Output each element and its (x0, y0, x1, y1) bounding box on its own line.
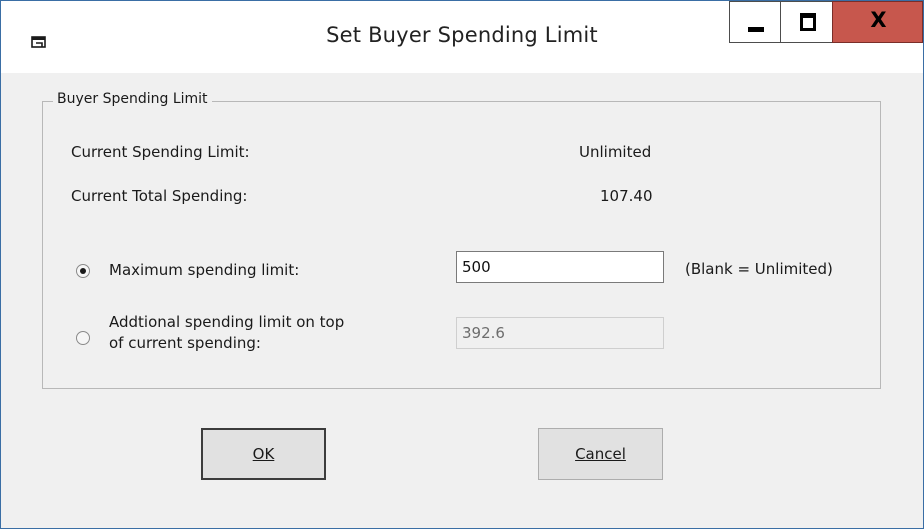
dialog-window: Set Buyer Spending Limit X Buyer Spendin… (0, 0, 924, 529)
close-button[interactable]: X (832, 1, 923, 43)
minimize-button[interactable] (729, 1, 781, 43)
current-limit-value: Unlimited (579, 143, 652, 161)
current-limit-label: Current Spending Limit: (71, 143, 250, 161)
current-total-value: 107.40 (600, 187, 653, 205)
title-bar[interactable]: Set Buyer Spending Limit X (1, 1, 923, 73)
close-icon: X (870, 8, 887, 32)
additional-limit-input (456, 317, 664, 349)
max-limit-radio[interactable] (76, 264, 90, 278)
cancel-button[interactable]: Cancel (538, 428, 663, 480)
max-limit-input[interactable] (456, 251, 664, 283)
maximize-button[interactable] (780, 1, 833, 43)
max-limit-hint: (Blank = Unlimited) (685, 260, 833, 278)
cancel-button-label: Cancel (575, 445, 626, 463)
ok-button-label: OK (252, 445, 275, 463)
minimize-icon (748, 27, 764, 32)
ok-button[interactable]: OK (201, 428, 326, 480)
current-total-label: Current Total Spending: (71, 187, 248, 205)
additional-limit-label-line2[interactable]: of current spending: (109, 334, 261, 352)
additional-limit-label-line1[interactable]: Addtional spending limit on top (109, 313, 344, 331)
group-legend: Buyer Spending Limit (53, 91, 212, 107)
max-limit-label[interactable]: Maximum spending limit: (109, 261, 299, 279)
maximize-icon (800, 13, 816, 31)
additional-limit-radio[interactable] (76, 331, 90, 345)
